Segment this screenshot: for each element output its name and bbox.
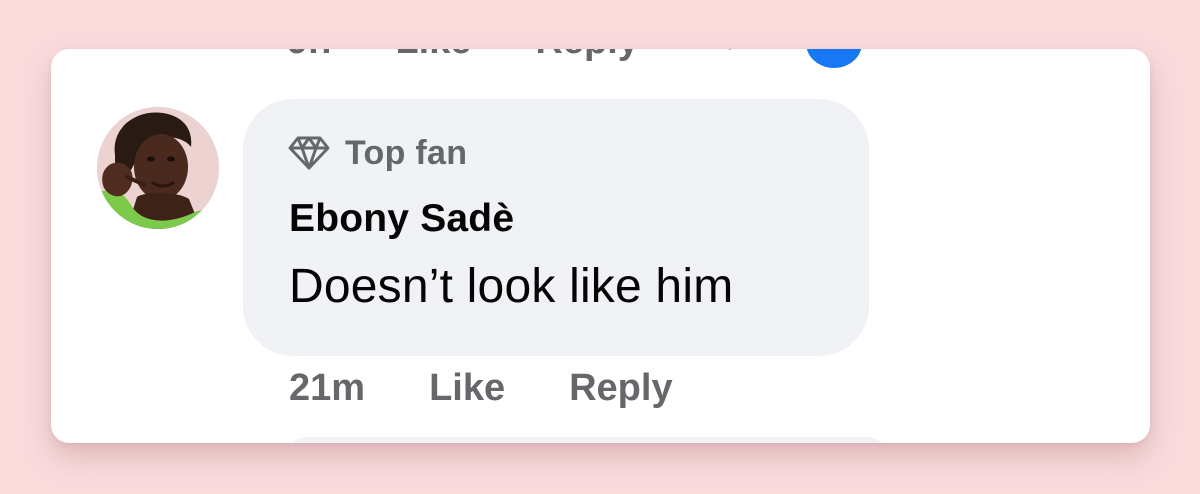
previous-comment-timestamp: 9h xyxy=(287,49,331,63)
comment-actions: 21m Like Reply xyxy=(289,367,673,410)
previous-comment-reply-link[interactable]: Reply xyxy=(535,49,638,63)
user-avatar-photo xyxy=(97,107,219,229)
comment-bubble: Top fan Ebony Sadè Doesn’t look like him xyxy=(243,99,869,356)
reply-button[interactable]: Reply xyxy=(569,367,672,410)
comment-author-name[interactable]: Ebony Sadè xyxy=(289,197,514,241)
comment-timestamp[interactable]: 21m xyxy=(289,367,365,410)
like-button[interactable]: Like xyxy=(429,367,505,410)
badge-label: Top fan xyxy=(345,133,468,172)
diamond-icon xyxy=(288,136,330,170)
next-comment-bubble xyxy=(287,437,887,443)
previous-comment-reaction-plus: + xyxy=(719,49,741,63)
avatar[interactable] xyxy=(97,107,219,229)
like-reaction-icon[interactable] xyxy=(803,49,865,71)
previous-comment-like-link[interactable]: Like xyxy=(395,49,471,63)
top-fan-badge[interactable]: Top fan xyxy=(287,132,467,174)
previous-comment-actions: 9h Like Reply + xyxy=(287,49,741,63)
comment-text: Doesn’t look like him xyxy=(289,260,734,313)
comment-card: 9h Like Reply + xyxy=(51,49,1150,443)
